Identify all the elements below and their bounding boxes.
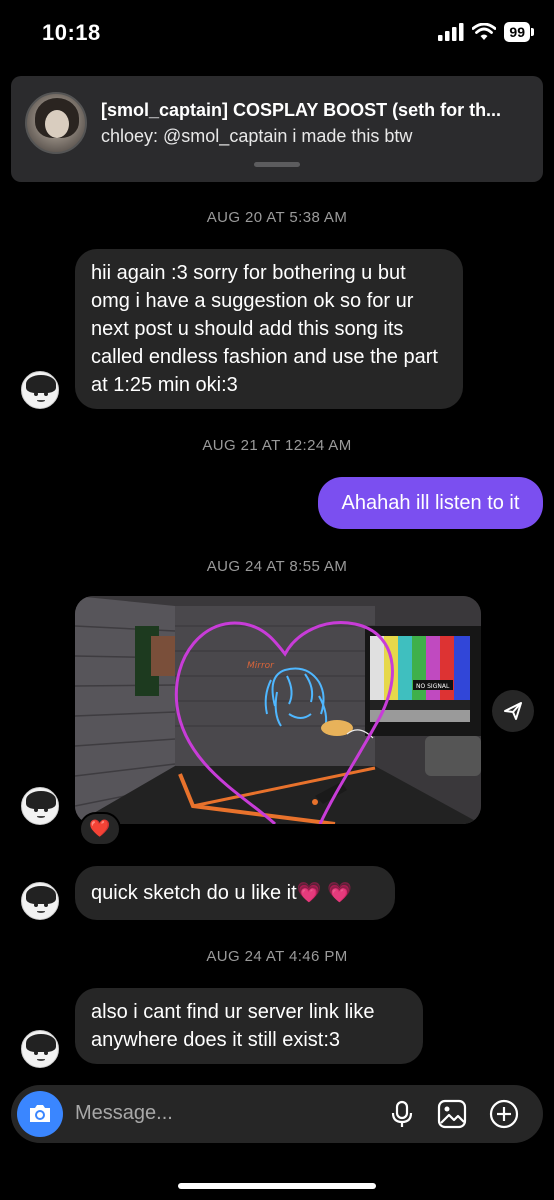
status-bar: 10:18 99 (0, 0, 554, 66)
heart-reaction[interactable]: ❤️ (79, 812, 121, 846)
wifi-icon (472, 23, 497, 40)
microphone-icon[interactable] (387, 1099, 417, 1129)
battery-indicator: 99 (504, 22, 534, 42)
notification-drag-handle[interactable] (254, 162, 300, 167)
cellular-signal-icon (438, 23, 464, 41)
image-message-picture: Mirror NO SIGNAL (75, 596, 481, 824)
home-indicator[interactable] (178, 1183, 376, 1189)
mirror-label: Mirror (247, 661, 275, 671)
notification-avatar (25, 92, 87, 154)
message-composer: Message... (11, 1085, 543, 1143)
camera-button[interactable] (17, 1091, 63, 1137)
incoming-message[interactable]: hii again :3 sorry for bothering u but o… (75, 249, 463, 409)
avatar[interactable] (21, 1030, 59, 1068)
timestamp: AUG 24 AT 8:55 AM (206, 558, 348, 575)
timestamp: AUG 24 AT 4:46 PM (206, 948, 348, 965)
outgoing-message[interactable]: Ahahah ill listen to it (318, 477, 543, 529)
tv-label: NO SIGNAL (416, 683, 450, 690)
notification-body: chloey: @smol_captain i made this btw (101, 126, 413, 146)
incoming-message[interactable]: quick sketch do u like it💗 💗 (75, 866, 395, 920)
timestamp: AUG 20 AT 5:38 AM (206, 209, 348, 226)
share-button[interactable] (492, 690, 534, 732)
gallery-icon[interactable] (437, 1099, 467, 1129)
image-message[interactable]: Mirror NO SIGNAL (75, 596, 481, 824)
add-icon[interactable] (489, 1099, 519, 1129)
camera-icon (30, 1105, 50, 1122)
avatar[interactable] (21, 371, 59, 409)
incoming-message[interactable]: also i cant find ur server link like any… (75, 988, 423, 1064)
status-time: 10:18 (42, 20, 101, 45)
status-icons: 99 (438, 22, 534, 42)
avatar[interactable] (21, 882, 59, 920)
notification-title: [smol_captain] COSPLAY BOOST (seth for t… (101, 100, 502, 120)
avatar[interactable] (21, 787, 59, 825)
timestamp: AUG 21 AT 12:24 AM (202, 437, 352, 454)
message-input[interactable]: Message... (75, 1102, 173, 1125)
paper-plane-icon (504, 702, 522, 720)
